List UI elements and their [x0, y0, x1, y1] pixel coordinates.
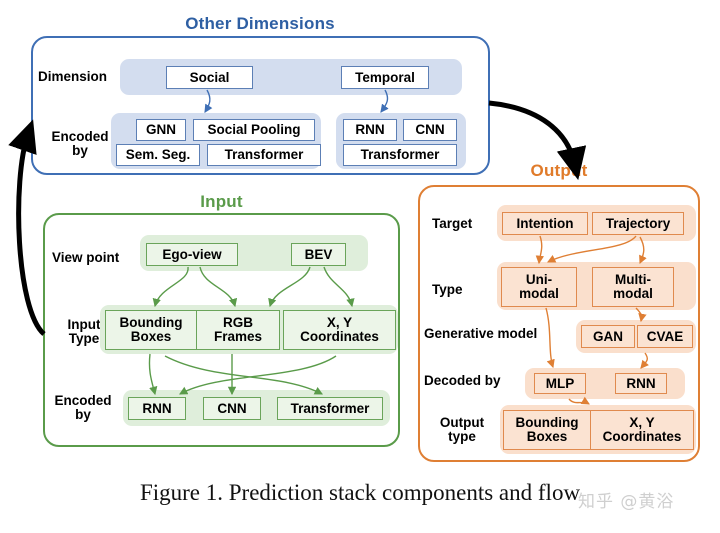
node-transformer-social[interactable]: Transformer [207, 144, 321, 166]
input-encoded-label-line-1: Encoded [54, 393, 112, 408]
other-dimensions-row-label-dimension: Dimension [38, 69, 108, 84]
node-xy-coordinates-input[interactable]: X, Y Coordinates [283, 310, 396, 350]
input-row-label-encoded-by: Encoded by [44, 394, 122, 422]
flow-arrow-other-dimensions-to-output [488, 100, 587, 181]
node-social[interactable]: Social [166, 66, 253, 89]
node-cvae[interactable]: CVAE [637, 325, 693, 348]
watermark: 知乎 @黄浴 [578, 492, 675, 512]
output-row-label-decoded-by: Decoded by [424, 373, 501, 388]
node-sem-seg[interactable]: Sem. Seg. [116, 144, 200, 166]
encoded-label-line-2: by [72, 143, 88, 158]
node-multi-modal[interactable]: Multi- modal [592, 267, 674, 307]
node-mlp[interactable]: MLP [534, 373, 586, 394]
node-social-pooling[interactable]: Social Pooling [193, 119, 315, 141]
input-title: Input [200, 192, 243, 211]
node-uni-modal[interactable]: Uni- modal [501, 267, 577, 307]
node-gnn-social[interactable]: GNN [136, 119, 186, 141]
node-intention[interactable]: Intention [502, 212, 588, 235]
node-trajectory[interactable]: Trajectory [592, 212, 684, 235]
node-ego-view[interactable]: Ego-view [146, 243, 238, 266]
output-row-label-generative-model: Generative model [424, 326, 538, 341]
node-temporal[interactable]: Temporal [341, 66, 429, 89]
other-dimensions-row-label-encoded-by: Encoded by [38, 130, 122, 158]
output-type-label-line-1: Output [439, 415, 485, 430]
node-rnn-temporal[interactable]: RNN [343, 119, 397, 141]
node-bounding-boxes-input[interactable]: Bounding Boxes [105, 310, 197, 350]
node-rgb-frames[interactable]: RGB Frames [196, 310, 280, 350]
output-title: Output [530, 161, 588, 180]
node-cnn-temporal[interactable]: CNN [403, 119, 457, 141]
figure-canvas: Other Dimensions Dimension Encoded by So… [0, 0, 720, 533]
output-row-label-type: Type [432, 282, 463, 297]
output-type-label-line-2: type [448, 429, 476, 444]
input-row-label-view-point: View point [52, 250, 120, 265]
node-xy-coordinates-output[interactable]: X, Y Coordinates [590, 410, 694, 450]
output-row-label-output-type: Output type [428, 416, 496, 444]
input-encoded-label-line-2: by [75, 407, 91, 422]
node-bounding-boxes-output[interactable]: Bounding Boxes [503, 410, 591, 450]
other-dimensions-title: Other Dimensions [185, 14, 335, 33]
node-transformer-input[interactable]: Transformer [277, 397, 383, 420]
node-bev[interactable]: BEV [291, 243, 346, 266]
node-cnn-input[interactable]: CNN [203, 397, 261, 420]
encoded-label-line-1: Encoded [51, 129, 109, 144]
node-rnn-output[interactable]: RNN [615, 373, 667, 394]
node-gan[interactable]: GAN [581, 325, 635, 348]
node-rnn-input[interactable]: RNN [128, 397, 186, 420]
output-row-label-target: Target [432, 216, 473, 231]
